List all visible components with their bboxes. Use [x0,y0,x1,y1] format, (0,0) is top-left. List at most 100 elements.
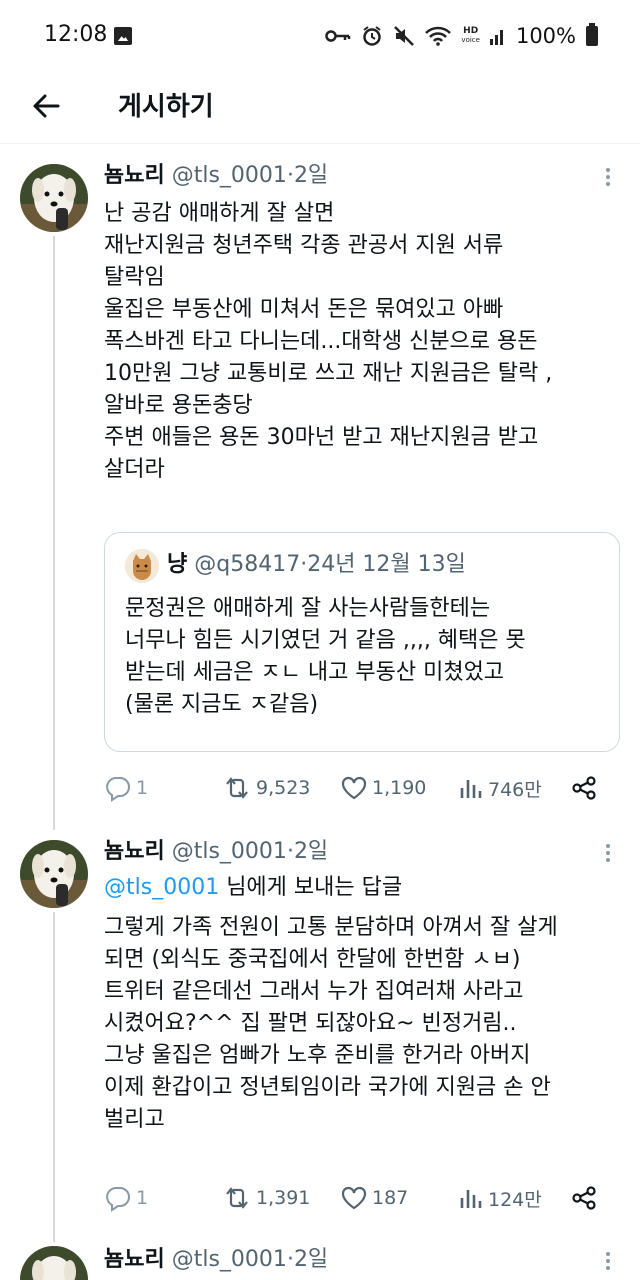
retweet-button[interactable]: 1,391 [222,1180,310,1216]
user-handle[interactable]: @tls_0001 [172,839,287,864]
cat-avatar-image [125,549,159,583]
more-icon[interactable] [598,840,618,866]
quote-display-name: 냥 [167,552,188,577]
heart-icon [341,776,367,800]
tweet-text-line: 10만원 그냥 교통비로 쓰고 재난 지원금은 탈락 , [104,361,553,386]
retweet-count: 1,391 [256,1187,311,1209]
tweet-text: 난 공감 애매하게 잘 살면 재난지원금 청년주택 각종 관공서 지원 서류 탈… [104,198,634,486]
like-button[interactable]: 1,190 [340,770,426,806]
battery-icon [586,23,598,46]
avatar[interactable] [20,164,88,232]
quote-avatar [125,549,159,583]
display-name[interactable]: 뇸뇨리 [104,163,165,188]
tweet-time[interactable]: 2일 [294,1247,328,1272]
retweet-icon [226,777,248,799]
more-icon[interactable] [598,164,618,190]
tweet-text-line: 그렇게 가족 전원이 고통 분담하며 아껴서 잘 살게 [104,915,558,940]
dog-avatar-image [20,1246,88,1280]
tweet-header: 뇸뇨리 @tls_0001·2일 [104,1244,328,1276]
tweet-time[interactable]: 2일 [294,163,328,188]
heart-icon [341,1186,367,1210]
dog-avatar-image [20,164,88,232]
quote-text-line: 받는데 세금은 ㅈㄴ 내고 부동산 미쳤었고 [125,660,505,685]
status-bar: 12:08 HD voice 100% [0,0,640,72]
retweet-button[interactable]: 9,523 [222,770,310,806]
quote-header: 냥 @q58417·24년 12월 13일 [167,549,466,581]
wifi-icon [425,26,452,46]
user-handle[interactable]: @tls_0001 [172,1247,287,1272]
tweet-text-line: 트위터 같은데선 그래서 누가 집여러채 사라고 [104,979,524,1004]
tweet-text-line: 이제 환갑이고 정년퇴임이라 국가에 지원금 손 안 [104,1075,551,1100]
separator-dot: · [286,839,294,864]
tweet-text-line: 탈락임 [104,265,165,290]
reply-context-text: 님에게 보내는 답글 [219,875,403,900]
thread-line [53,236,55,830]
thread-line [53,912,55,1242]
share-icon [572,776,596,800]
quote-text-line: 문정권은 애매하게 잘 사는사람들한테는 [125,596,491,621]
tweet-text-line: 재난지원금 청년주택 각종 관공서 지원 서류 [104,233,504,258]
action-bar: 1 1,391 187 124만 [104,1180,624,1216]
reply-count: 1 [136,777,149,799]
gallery-icon [114,27,132,45]
tweet-text-line: 폭스바겐 타고 다니는데...대학생 신분으로 용돈 [104,329,538,354]
views-icon [460,780,482,798]
avatar[interactable] [20,840,88,908]
quote-time: 24년 12월 13일 [307,552,466,577]
signal-icon [489,30,503,45]
reply-icon [106,1187,130,1212]
mention-link[interactable]: @tls_0001 [104,875,219,900]
like-button[interactable]: 187 [340,1180,408,1216]
display-name[interactable]: 뇸뇨리 [104,1247,165,1272]
battery-percent: 100% [515,24,576,48]
display-name[interactable]: 뇸뇨리 [104,839,165,864]
like-count: 187 [372,1187,409,1209]
reply-count: 1 [136,1187,149,1209]
page-title: 게시하기 [118,92,214,122]
reply-button[interactable]: 1 [104,770,148,806]
like-count: 1,190 [372,777,427,799]
tweet-text-line: 울집은 부동산에 미쳐서 돈은 묶여있고 아빠 [104,297,504,322]
action-bar: 1 9,523 1,190 746만 [104,770,624,806]
views-icon [460,1190,482,1208]
quote-handle: @q58417 [194,552,301,577]
tweet-text: 그렇게 가족 전원이 고통 분담하며 아껴서 잘 살게 되면 (외식도 중국집에… [104,912,634,1136]
tweet-text-line: 난 공감 애매하게 잘 살면 [104,201,335,226]
separator-dot: · [286,163,294,188]
separator-dot: · [286,1247,294,1272]
share-button[interactable] [570,770,598,806]
share-button[interactable] [570,1180,598,1216]
quote-text: 문정권은 애매하게 잘 사는사람들한테는 너무나 힘든 시기였던 거 같음 ,,… [125,593,526,721]
views-button[interactable]: 746만 [458,770,542,806]
tweet-text-line: 그냥 울집은 엄빠가 노후 준비를 한거라 아버지 [104,1043,531,1068]
view-count: 746만 [488,778,542,801]
more-icon[interactable] [598,1248,618,1274]
status-icons: HD voice 100% [325,23,598,48]
view-count: 124만 [488,1188,542,1211]
tweet-text-line: 살더라 [104,457,165,482]
user-handle[interactable]: @tls_0001 [172,163,287,188]
arrow-left-icon[interactable] [28,86,68,126]
key-icon [325,30,351,42]
reply-context: @tls_0001 님에게 보내는 답글 [104,872,402,904]
reply-icon [106,777,130,802]
tweet-text-line: 주변 애들은 용돈 30마넌 받고 재난지원금 받고 [104,425,539,450]
tweet-text-line: 알바로 용돈충당 [104,393,253,418]
tweet-time[interactable]: 2일 [294,839,328,864]
hd-voice-indicator: HD voice [461,26,480,45]
tweet-text-line: 벌리고 [104,1107,165,1132]
top-app-bar: 게시하기 [0,72,640,144]
mute-icon [394,26,415,46]
reply-button[interactable]: 1 [104,1180,148,1216]
tweet-header: 뇸뇨리 @tls_0001·2일 [104,836,328,868]
alarm-icon [363,26,382,46]
share-icon [572,1186,596,1210]
avatar[interactable] [20,1246,88,1280]
retweet-icon [226,1187,248,1209]
status-time: 12:08 [44,22,108,47]
tweet-text-line: 되면 (외식도 중국집에서 한달에 한번함 ㅅㅂ) [104,947,521,972]
quote-text-line: (물론 지금도 ㅈ같음) [125,692,319,717]
quoted-tweet[interactable]: 냥 @q58417·24년 12월 13일 문정권은 애매하게 잘 사는사람들한… [104,532,620,752]
tweet-text-line: 시켰어요?^^ 집 팔면 되잖아요~ 빈정거림.. [104,1011,517,1036]
views-button[interactable]: 124만 [458,1180,542,1216]
